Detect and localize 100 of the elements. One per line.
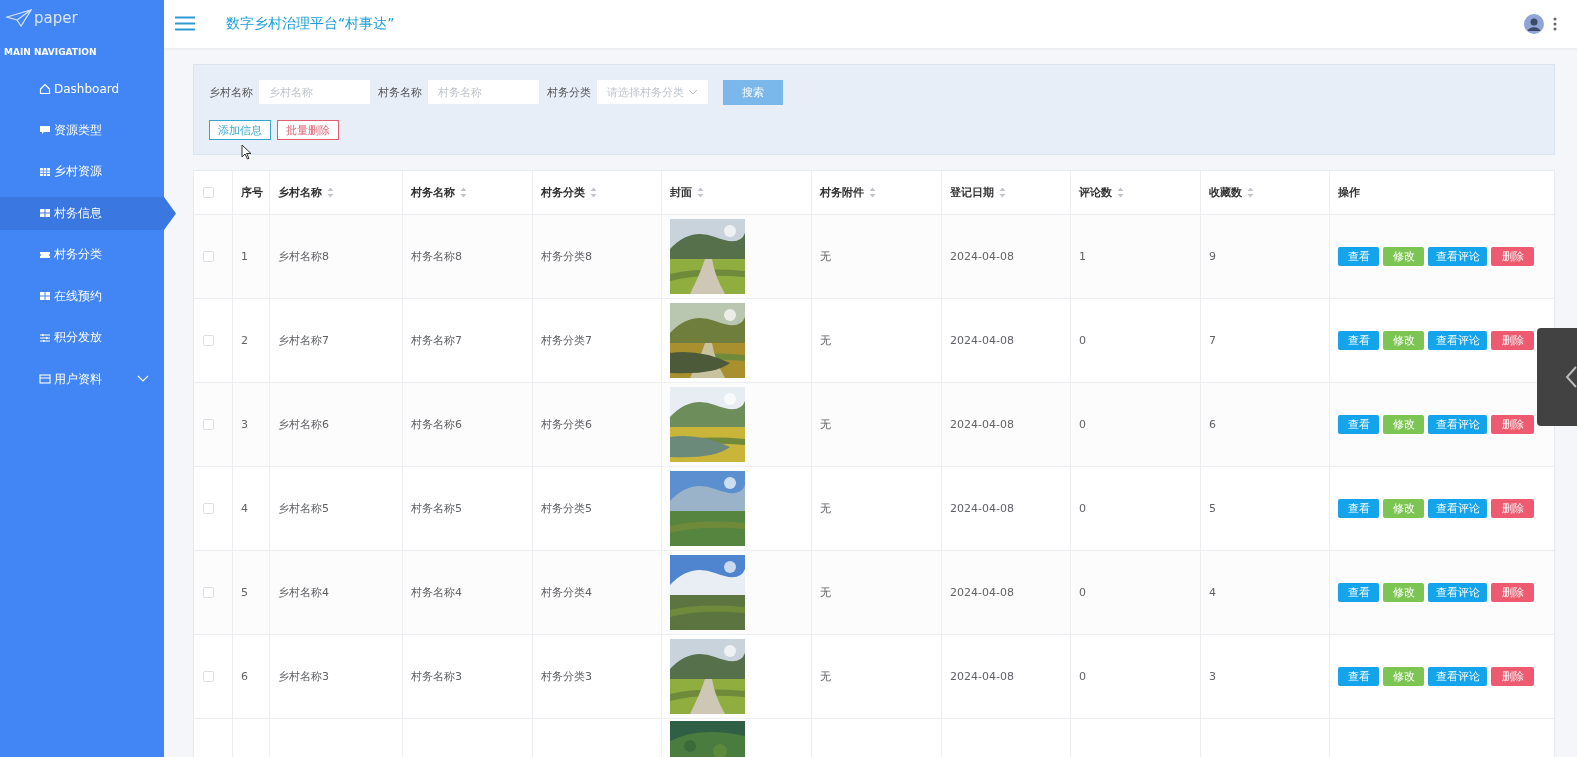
- column-header[interactable]: 评论数: [1079, 185, 1112, 200]
- table-cell: 2024-04-08: [950, 250, 1014, 263]
- sort-icon[interactable]: [869, 187, 876, 198]
- table-cell: 0: [1079, 502, 1086, 515]
- chevron-down-icon: [137, 375, 149, 383]
- delete-button[interactable]: 删除: [1491, 667, 1534, 686]
- table-cell: 6: [1209, 418, 1216, 431]
- table-cell: 村务名称5: [411, 501, 462, 516]
- edit-button[interactable]: 修改: [1383, 583, 1424, 602]
- table-cell: 2024-04-08: [950, 586, 1014, 599]
- table-cell: 村务名称4: [411, 585, 462, 600]
- view-button[interactable]: 查看: [1338, 415, 1379, 434]
- table-cell: 村务名称6: [411, 417, 462, 432]
- checkbox[interactable]: [203, 587, 214, 598]
- delete-button[interactable]: 删除: [1491, 499, 1534, 518]
- cursor-icon: [241, 144, 252, 160]
- checkbox[interactable]: [203, 187, 214, 198]
- row-number: 6: [241, 670, 248, 683]
- column-header[interactable]: 登记日期: [950, 185, 994, 200]
- nav-item[interactable]: 资源类型: [0, 113, 164, 147]
- delete-button[interactable]: 删除: [1491, 583, 1534, 602]
- sort-icon[interactable]: [327, 187, 334, 198]
- sort-icon[interactable]: [1117, 187, 1124, 198]
- view-button[interactable]: 查看: [1338, 499, 1379, 518]
- table-cell: 2024-04-08: [950, 502, 1014, 515]
- sort-icon[interactable]: [590, 187, 597, 198]
- delete-button[interactable]: 删除: [1491, 247, 1534, 266]
- add-button[interactable]: 添加信息: [209, 120, 271, 140]
- table-cell: 村务分类8: [541, 249, 592, 264]
- column-header[interactable]: 村务名称: [411, 185, 455, 200]
- column-header[interactable]: 封面: [670, 185, 692, 200]
- table-cell: 无: [820, 249, 831, 264]
- column-header: 操作: [1338, 185, 1360, 200]
- more-icon[interactable]: [1553, 17, 1557, 31]
- checkbox[interactable]: [203, 251, 214, 262]
- column-header[interactable]: 村务分类: [541, 185, 585, 200]
- nav-item[interactable]: 村务分类: [0, 238, 164, 271]
- table-cell: 0: [1079, 418, 1086, 431]
- nav-item[interactable]: 积分发放: [0, 321, 164, 354]
- checkbox[interactable]: [203, 671, 214, 682]
- nav-item[interactable]: 乡村资源: [0, 155, 164, 188]
- search-button[interactable]: 搜索: [723, 79, 783, 105]
- comments-button[interactable]: 查看评论: [1428, 331, 1487, 350]
- view-button[interactable]: 查看: [1338, 583, 1379, 602]
- sort-icon[interactable]: [999, 187, 1006, 198]
- comments-button[interactable]: 查看评论: [1428, 247, 1487, 266]
- sort-icon[interactable]: [460, 187, 467, 198]
- table-cell: 村务名称7: [411, 333, 462, 348]
- comments-button[interactable]: 查看评论: [1428, 499, 1487, 518]
- nav-item[interactable]: 用户资料: [0, 362, 164, 396]
- table-cell: 村务分类7: [541, 333, 592, 348]
- column-header[interactable]: 村务附件: [820, 185, 864, 200]
- table-cell: 1: [1079, 250, 1086, 263]
- edit-button[interactable]: 修改: [1383, 331, 1424, 350]
- field-label: 乡村名称: [209, 84, 253, 100]
- edit-button[interactable]: 修改: [1383, 499, 1424, 518]
- delete-button[interactable]: 删除: [1491, 331, 1534, 350]
- sort-icon[interactable]: [1247, 187, 1254, 198]
- field-label: 村务分类: [547, 84, 591, 100]
- table-cell: 2024-04-08: [950, 670, 1014, 683]
- chevron-left-icon: [1565, 366, 1577, 388]
- edit-button[interactable]: 修改: [1383, 415, 1424, 434]
- delete-button[interactable]: 删除: [1491, 415, 1534, 434]
- batch-delete-button[interactable]: 批量删除: [277, 120, 339, 140]
- table-cell: 乡村名称3: [278, 669, 329, 684]
- comments-button[interactable]: 查看评论: [1428, 667, 1487, 686]
- checkbox[interactable]: [203, 335, 214, 346]
- table-cell: 无: [820, 501, 831, 516]
- sort-icon[interactable]: [697, 187, 704, 198]
- table-cell: 村务名称3: [411, 669, 462, 684]
- edit-button[interactable]: 修改: [1383, 667, 1424, 686]
- table-cell: 村务名称8: [411, 249, 462, 264]
- table-cell: 乡村名称7: [278, 333, 329, 348]
- column-header[interactable]: 乡村名称: [278, 185, 322, 200]
- column-header[interactable]: 收藏数: [1209, 185, 1242, 200]
- table-cell: 3: [1209, 670, 1216, 683]
- view-button[interactable]: 查看: [1338, 331, 1379, 350]
- chat-icon: [39, 124, 51, 136]
- table-cell: 乡村名称5: [278, 501, 329, 516]
- chevron-down-icon: [688, 89, 698, 95]
- menu-icon[interactable]: [175, 15, 195, 31]
- edit-button[interactable]: 修改: [1383, 247, 1424, 266]
- app-title: 数字乡村治理平台“村事达”: [226, 15, 395, 33]
- comments-button[interactable]: 查看评论: [1428, 583, 1487, 602]
- nav-item[interactable]: 在线预约: [0, 279, 164, 313]
- input-field[interactable]: 村务名称: [428, 80, 539, 104]
- view-button[interactable]: 查看: [1338, 247, 1379, 266]
- table-cell: 2024-04-08: [950, 334, 1014, 347]
- checkbox[interactable]: [203, 419, 214, 430]
- paper-plane-icon: [6, 9, 32, 27]
- table-cell: 无: [820, 585, 831, 600]
- checkbox[interactable]: [203, 503, 214, 514]
- nav-item[interactable]: Dashboard: [0, 72, 164, 105]
- table-cell: 5: [1209, 502, 1216, 515]
- avatar[interactable]: [1524, 14, 1544, 34]
- comments-button[interactable]: 查看评论: [1428, 415, 1487, 434]
- table-cell: 村务分类6: [541, 417, 592, 432]
- input-field[interactable]: 乡村名称: [259, 80, 370, 104]
- drawer-toggle[interactable]: [1537, 328, 1577, 426]
- view-button[interactable]: 查看: [1338, 667, 1379, 686]
